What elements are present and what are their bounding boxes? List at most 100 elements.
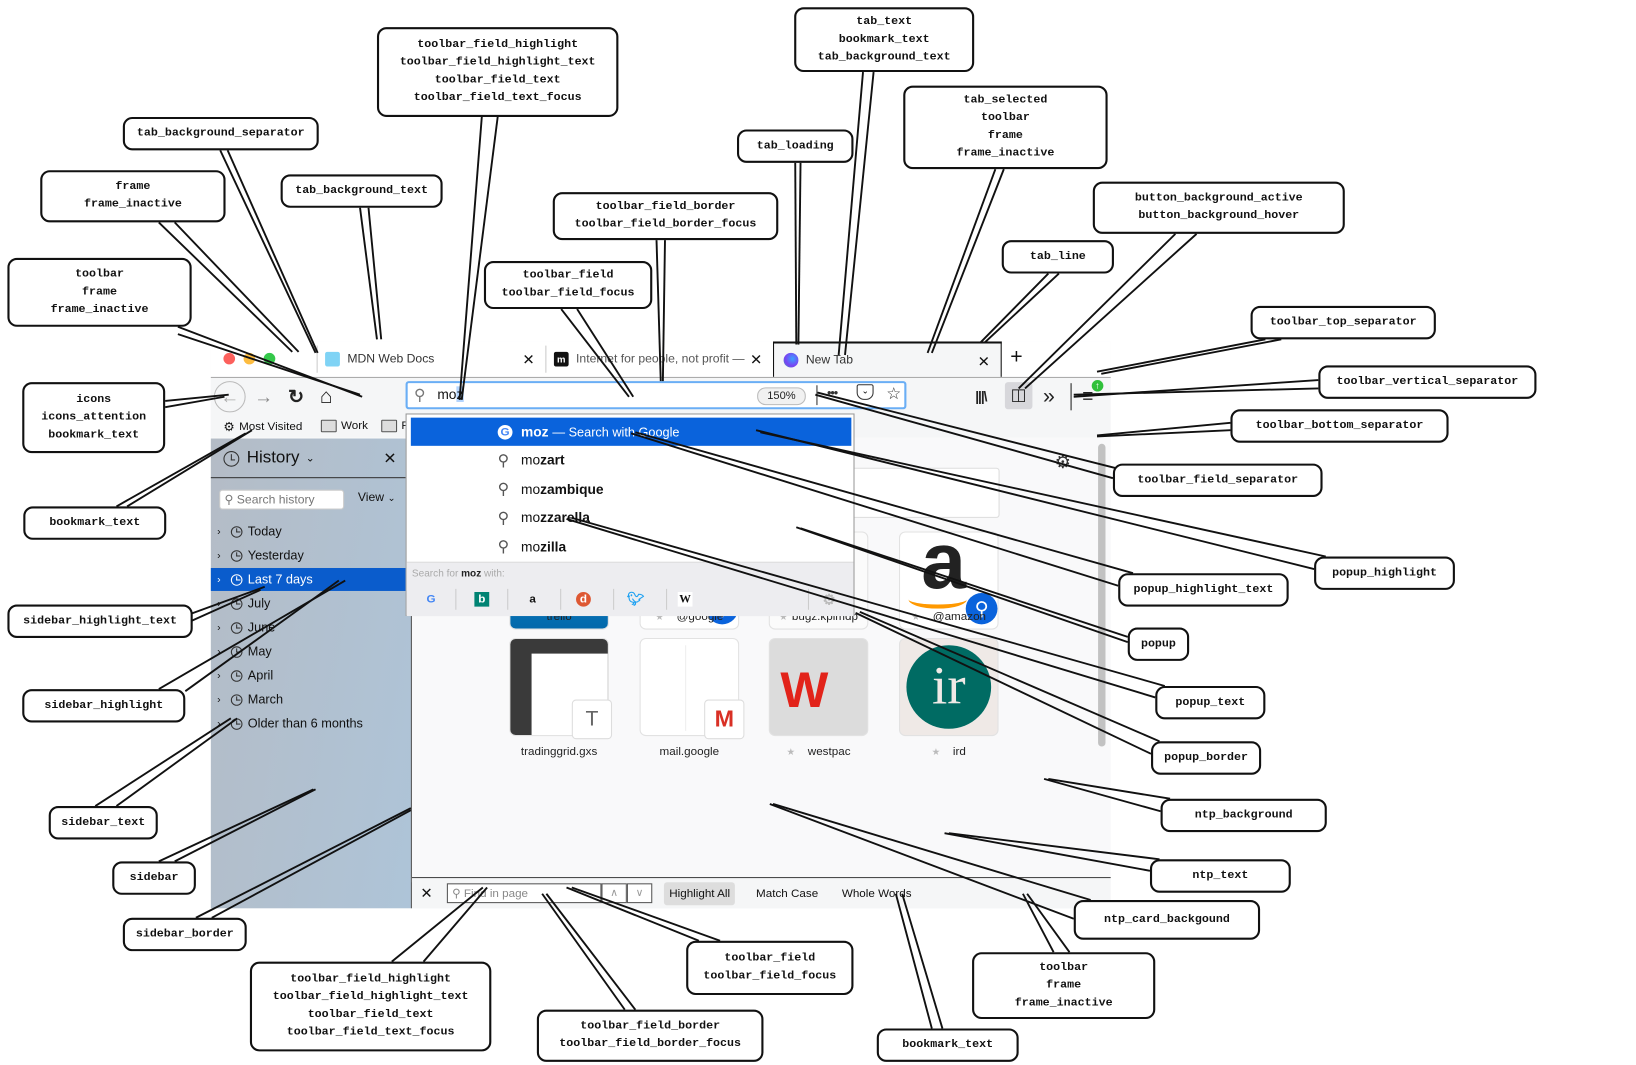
popup-suggestion-row[interactable]: ⚲ mozambique (407, 475, 854, 503)
callout-line: frame_inactive (50, 303, 149, 316)
close-icon[interactable]: ✕ (745, 350, 763, 369)
wikipedia-engine-icon[interactable]: W (677, 592, 693, 607)
reload-button[interactable]: ↻ (288, 385, 304, 408)
find-input[interactable]: ⚲ Find in page (446, 883, 602, 904)
google-engine-icon[interactable]: G (424, 592, 439, 607)
one-off-search-bar: Search for moz with: G b a d 🐦︎ W ⚙ (406, 561, 854, 617)
suggestion-text: mozart (520, 452, 565, 468)
sidebar-item[interactable]: › March (211, 688, 411, 711)
close-icon[interactable]: ✕ (522, 351, 534, 369)
tab-title: MDN Web Docs (347, 352, 435, 366)
callout-sidebar-hl-text: sidebar_highlight_text (7, 604, 193, 638)
callout-line: frame (82, 285, 118, 299)
leader-line (367, 207, 383, 340)
chevron-right-icon: › (217, 717, 221, 730)
callout-field-hl-bottom: toolbar_field_highlight toolbar_field_hig… (249, 961, 492, 1052)
sidebar-item[interactable]: › Today (211, 520, 411, 543)
leader-line (926, 168, 997, 354)
back-button[interactable]: ← (213, 381, 246, 413)
sidebar-item[interactable]: › Yesterday (211, 544, 411, 567)
close-icon[interactable]: ✕ (978, 353, 990, 371)
callout-tab-loading: tab_loading (736, 129, 854, 163)
history-search-input[interactable]: ⚲ Search history (219, 489, 345, 510)
find-next-button[interactable]: ∨ (626, 883, 653, 904)
popup-suggestion-row[interactable]: ⚲ mozart (407, 446, 854, 474)
home-button[interactable]: ⌂ (320, 385, 333, 408)
chevron-down-icon: ⌄ (305, 452, 315, 465)
callout-line: icons (76, 393, 112, 406)
sidebar-item[interactable]: › Older than 6 months (211, 712, 411, 735)
page-actions-button[interactable]: ••• (827, 385, 838, 400)
tab-mdn[interactable]: MDN Web Docs ✕ (325, 341, 545, 376)
forward-button[interactable]: → (254, 385, 273, 408)
sidebar-item[interactable]: › June (211, 616, 411, 639)
zoom-level-badge[interactable]: 150% (757, 387, 806, 406)
sidebar-close-button[interactable]: ✕ (383, 449, 396, 468)
sidebar-item[interactable]: › May (211, 640, 411, 663)
pocket-icon[interactable]: ⌄ (856, 384, 874, 400)
window-maximize-button[interactable] (263, 352, 276, 365)
bookmark-most-visited[interactable]: ⚙ Most Visited (223, 420, 302, 435)
leader-line (837, 71, 864, 356)
window-minimize-button[interactable] (243, 352, 256, 365)
tile-ird[interactable]: ir (900, 638, 998, 736)
overflow-icon[interactable]: » (1043, 385, 1055, 408)
leader-line (1096, 421, 1231, 437)
amazon-engine-icon[interactable]: a (525, 592, 540, 607)
search-icon: ⚲ (452, 887, 464, 901)
tab-title: New Tab (805, 353, 853, 367)
callout-line: frame_inactive (1014, 996, 1113, 1010)
window-close-button[interactable] (223, 352, 236, 365)
bing-engine-icon[interactable]: b (474, 592, 490, 607)
whole-words-button[interactable]: Whole Words (837, 882, 917, 905)
sidebar-item[interactable]: › April (211, 664, 411, 687)
duckduckgo-engine-icon[interactable]: d (576, 592, 591, 607)
sidebar-toggle-button[interactable]: ◫ (1004, 382, 1033, 410)
bookmark-work[interactable]: Work (320, 419, 368, 433)
tab-new-tab[interactable]: New Tab ✕ (772, 341, 1002, 377)
highlight-all-button[interactable]: Highlight All (663, 882, 736, 906)
clock-icon (223, 450, 240, 467)
bookmark-star-icon[interactable]: ☆ (886, 383, 901, 404)
one-off-label: Search for moz with: (411, 567, 505, 580)
callout-line: toolbar_field_highlight (290, 973, 451, 986)
chevron-right-icon: › (217, 693, 221, 706)
callout-line: toolbar (1039, 961, 1089, 974)
tile-tradinggrid[interactable]: T (510, 638, 613, 740)
new-tab-button[interactable]: + (1010, 346, 1022, 370)
find-close-button[interactable]: ✕ (420, 884, 432, 902)
callout-tab-text: tab_text bookmark_text tab_background_text (794, 7, 975, 73)
bookmark-folder[interactable]: F (381, 419, 408, 433)
sidebar-title[interactable]: History ⌄ (223, 449, 315, 468)
leader-line (930, 168, 1005, 354)
callout-field-top: toolbar_field toolbar_field_focus (483, 261, 653, 310)
sidebar-item[interactable]: › July (211, 592, 411, 615)
find-previous-button[interactable]: ∧ (601, 883, 627, 904)
callout-button-bg: button_background_active button_backgroun… (1092, 181, 1345, 234)
library-icon[interactable]: |||\ (975, 385, 987, 408)
twitter-engine-icon[interactable]: 🐦︎ (627, 591, 644, 607)
update-badge-icon: ↑ (1091, 380, 1104, 392)
url-input[interactable]: moz (437, 386, 464, 402)
tile-westpac[interactable]: W (769, 638, 868, 736)
popup-suggestion-row[interactable]: ⚲ mozzarella (407, 503, 854, 531)
match-case-button[interactable]: Match Case (751, 882, 824, 905)
url-bar[interactable]: ⚲ moz 150% ••• ⌄ ☆ (405, 381, 907, 410)
tab-title: Internet for people, not profit — (576, 352, 745, 366)
callout-popup-border: popup_border (1151, 741, 1262, 775)
popup-suggestion-row[interactable]: ⚲ mozilla (407, 532, 854, 560)
divider (560, 588, 562, 610)
sidebar-item-label: April (247, 668, 274, 683)
tab-mozilla[interactable]: m Internet for people, not profit — ✕ (553, 341, 773, 376)
tile-mail-google[interactable]: M (640, 638, 745, 740)
scrollbar[interactable] (1098, 443, 1106, 747)
callout-bookmark-text: bookmark_text (23, 506, 167, 540)
tab-strip: MDN Web Docs ✕ m Internet for people, no… (210, 341, 1111, 377)
popup-highlighted-row[interactable]: G moz — Search with Google (410, 417, 852, 446)
callout-line: frame (115, 180, 151, 194)
sidebar-item[interactable]: › Last 7 days (210, 567, 411, 591)
callout-line: icons_attention (41, 410, 147, 424)
view-menu-button[interactable]: View ⌄ (358, 492, 396, 505)
search-settings-gear-icon[interactable]: ⚙ (822, 592, 837, 607)
gear-icon[interactable]: ⚙ (1055, 452, 1071, 473)
